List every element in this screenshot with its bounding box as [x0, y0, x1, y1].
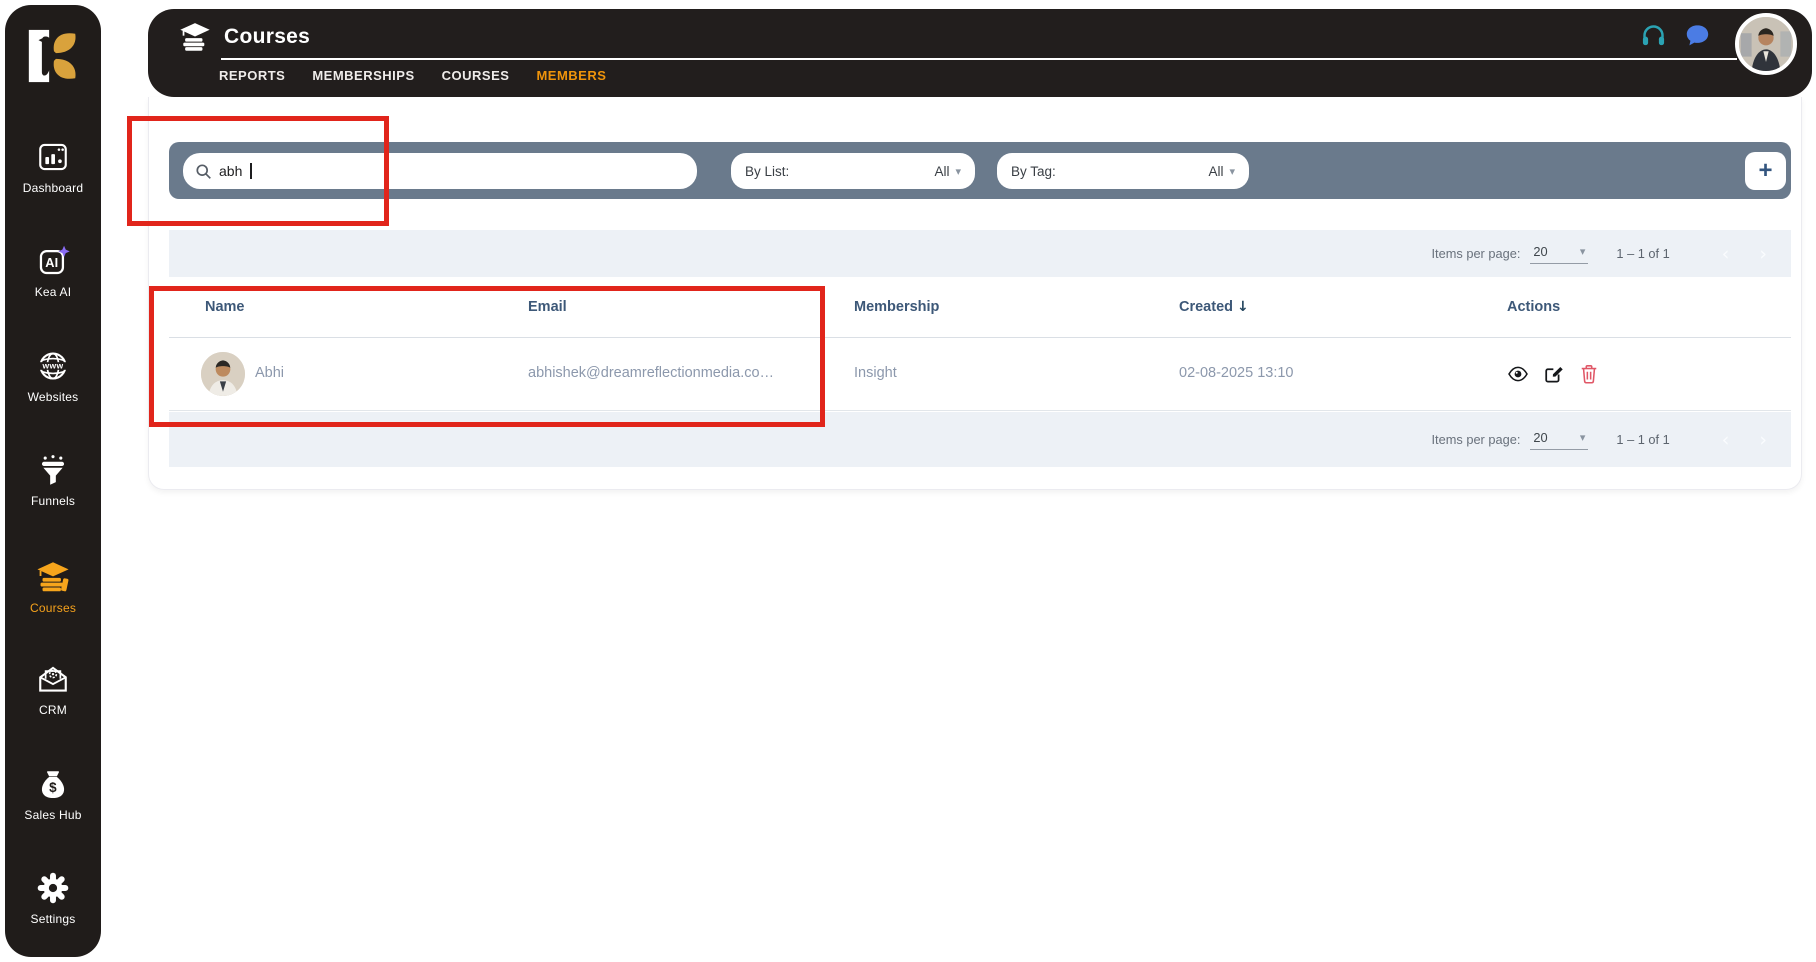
items-per-page-select[interactable]: 20 ▾ [1530, 244, 1588, 264]
items-per-page-value: 20 [1533, 430, 1547, 445]
page-title: Courses [224, 25, 310, 49]
items-per-page-label: Items per page: [1431, 246, 1520, 261]
sidebar-item-label: Settings [31, 912, 76, 926]
ai-icon: AI [36, 244, 70, 278]
members-panel: abh By List: All ▾ By Tag: All ▾ + Items… [148, 97, 1802, 490]
sidebar-item-label: Kea AI [35, 285, 72, 299]
sidebar-item-websites[interactable]: www Websites [5, 349, 101, 404]
text-cursor [250, 163, 252, 179]
sidebar-item-kea-ai[interactable]: AI Kea AI [5, 244, 101, 299]
app-logo[interactable] [24, 25, 82, 92]
support-headset-icon[interactable] [1640, 22, 1667, 49]
sidebar-item-crm[interactable]: CRM [5, 662, 101, 717]
user-avatar-photo [1739, 17, 1793, 71]
items-per-page-value: 20 [1533, 244, 1547, 259]
column-header-created[interactable]: Created ↓ [1179, 299, 1249, 315]
tab-reports[interactable]: REPORTS [219, 68, 285, 83]
eye-icon [1507, 363, 1529, 385]
chat-bubble-icon[interactable] [1684, 22, 1711, 49]
items-per-page-select[interactable]: 20 ▾ [1530, 430, 1588, 450]
next-page-icon[interactable]: › [1759, 243, 1767, 265]
sidebar-item-dashboard[interactable]: Dashboard [5, 140, 101, 195]
by-list-filter[interactable]: By List: All ▾ [731, 153, 975, 189]
crm-envelope-icon [36, 662, 70, 696]
sidebar-item-label: Sales Hub [24, 808, 81, 822]
items-per-page-label: Items per page: [1431, 432, 1520, 447]
member-email: abhishek@dreamreflectionmedia.co… [528, 365, 774, 381]
svg-text:$: $ [49, 780, 57, 795]
search-value: abh [219, 163, 242, 179]
sort-desc-icon: ↓ [1237, 299, 1249, 315]
chevron-down-icon: ▾ [1580, 245, 1586, 258]
previous-page-icon[interactable]: ‹ [1722, 429, 1730, 451]
svg-text:www: www [41, 361, 63, 371]
table-header: Name Email Membership Created ↓ Actions [169, 277, 1791, 338]
user-avatar[interactable] [1735, 13, 1797, 75]
courses-header-icon [178, 21, 212, 53]
courses-icon [35, 560, 71, 594]
by-tag-filter[interactable]: By Tag: All ▾ [997, 153, 1249, 189]
by-tag-value: All [1208, 164, 1223, 179]
column-header-actions: Actions [1507, 299, 1560, 315]
member-created: 02-08-2025 13:10 [1179, 365, 1294, 381]
sidebar-item-sales-hub[interactable]: $ Sales Hub [5, 767, 101, 822]
edit-icon [1543, 363, 1565, 385]
member-name: Abhi [255, 365, 284, 381]
by-list-label: By List: [745, 164, 789, 179]
column-header-name[interactable]: Name [205, 299, 245, 315]
search-icon [195, 163, 212, 180]
globe-www-icon: www [35, 349, 71, 383]
table-row: Abhi abhishek@dreamreflectionmedia.co… I… [169, 338, 1791, 411]
tab-members[interactable]: MEMBERS [536, 68, 606, 83]
sidebar-item-funnels[interactable]: Funnels [5, 453, 101, 508]
sidebar: Dashboard AI Kea AI www Websites Funnels [5, 5, 101, 957]
sidebar-item-label: CRM [39, 703, 67, 717]
tab-memberships[interactable]: MEMBERSHIPS [312, 68, 414, 83]
gear-icon [36, 871, 70, 905]
chevron-down-icon: ▾ [1580, 431, 1586, 444]
delete-button[interactable] [1579, 363, 1599, 385]
svg-text:AI: AI [45, 255, 58, 270]
dashboard-icon [36, 140, 70, 174]
paginator-bottom: Items per page: 20 ▾ 1 – 1 of 1 ‹ › [169, 412, 1791, 467]
money-bag-icon: $ [36, 767, 70, 801]
edit-button[interactable] [1543, 363, 1565, 385]
funnel-icon [36, 453, 70, 487]
column-header-membership[interactable]: Membership [854, 299, 939, 315]
kea-logo-icon [24, 25, 82, 87]
page-header: Courses REPORTS MEMBERSHIPS COURSES MEMB… [148, 9, 1812, 97]
header-divider [221, 58, 1737, 60]
row-actions [1507, 363, 1599, 385]
by-tag-label: By Tag: [1011, 164, 1056, 179]
search-input[interactable]: abh [183, 153, 697, 189]
previous-page-icon[interactable]: ‹ [1722, 243, 1730, 265]
trash-icon [1579, 363, 1599, 385]
header-tabs: REPORTS MEMBERSHIPS COURSES MEMBERS [219, 68, 606, 83]
column-header-email[interactable]: Email [528, 299, 567, 315]
chevron-down-icon: ▾ [1229, 165, 1235, 178]
sidebar-item-courses[interactable]: Courses [5, 560, 101, 615]
sidebar-item-label: Dashboard [23, 181, 84, 195]
sidebar-item-label: Courses [30, 601, 76, 615]
member-avatar [201, 352, 245, 396]
add-member-button[interactable]: + [1745, 152, 1786, 190]
sidebar-item-label: Funnels [31, 494, 75, 508]
member-membership: Insight [854, 365, 897, 381]
sidebar-item-label: Websites [28, 390, 79, 404]
plus-icon: + [1758, 159, 1772, 183]
by-list-value: All [934, 164, 949, 179]
sidebar-item-settings[interactable]: Settings [5, 871, 101, 926]
next-page-icon[interactable]: › [1759, 429, 1767, 451]
tab-courses[interactable]: COURSES [442, 68, 510, 83]
page-range-label: 1 – 1 of 1 [1616, 246, 1669, 261]
view-button[interactable] [1507, 363, 1529, 385]
paginator-top: Items per page: 20 ▾ 1 – 1 of 1 ‹ › [169, 230, 1791, 277]
page-range-label: 1 – 1 of 1 [1616, 432, 1669, 447]
chevron-down-icon: ▾ [955, 165, 961, 178]
